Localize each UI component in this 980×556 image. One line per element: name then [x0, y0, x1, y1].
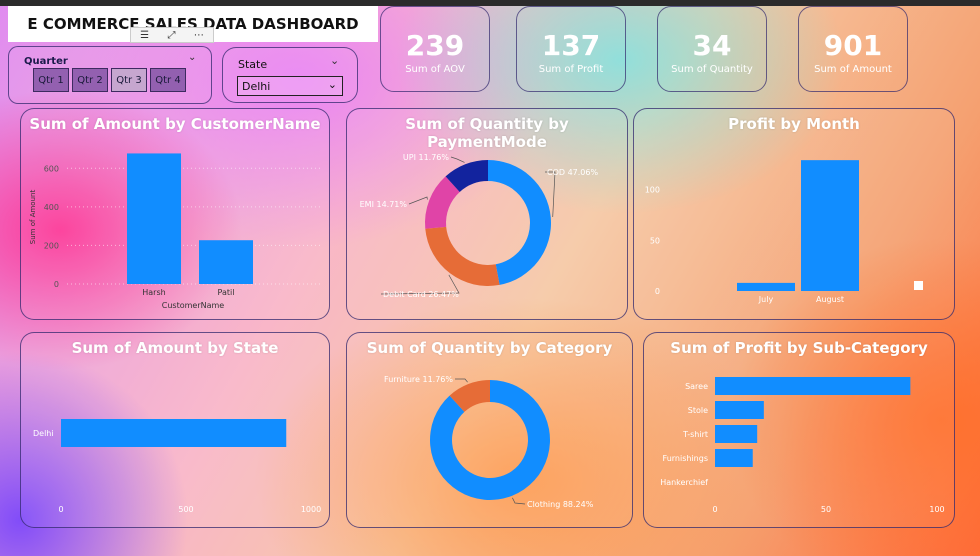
kpi-card-quantity: 34 Sum of Quantity: [657, 6, 767, 92]
chart-card-amount-by-state[interactable]: Sum of Amount by State Delhi 0 500 1000: [20, 332, 330, 528]
donut-slice: [425, 226, 500, 286]
bar: [737, 282, 795, 291]
x-tick-label: 50: [821, 505, 831, 514]
leader-line: [408, 196, 428, 205]
y-tick-label: 100: [645, 186, 660, 195]
y-tick-label: Stole: [688, 406, 708, 415]
scroll-handle: [914, 281, 923, 290]
y-tick-label: T-shirt: [682, 430, 708, 439]
y-tick-label: Furnishings: [663, 454, 708, 463]
kpi-label: Sum of AOV: [405, 64, 465, 75]
bar: [715, 449, 753, 467]
y-axis-label: Sum of Amount: [29, 190, 37, 245]
more-options-icon[interactable]: ⋯: [194, 30, 204, 41]
filter-icon[interactable]: ☰: [140, 30, 149, 41]
slice-label: Debit Card 26.47%: [383, 290, 459, 299]
chart-card-profit-by-subcategory[interactable]: Sum of Profit by Sub-Category Saree Stole…: [643, 332, 955, 528]
state-dropdown[interactable]: Delhi ⌄: [237, 76, 343, 96]
hbar-chart-svg: Delhi 0 500 1000: [33, 419, 321, 514]
chart-card-quantity-by-payment[interactable]: Sum of Quantity by PaymentMode COD 47.06…: [346, 108, 628, 320]
y-tick-label: 200: [44, 241, 59, 250]
chart-card-amount-by-customer[interactable]: Sum of Amount by CustomerName 0 200 400 600…: [20, 108, 330, 320]
kpi-label: Sum of Profit: [538, 64, 604, 75]
donut-chart-svg: COD 47.06% Debit Card 26.47% EMI 14.71% UPI…: [360, 153, 599, 299]
x-tick-label: 0: [58, 505, 63, 514]
state-dropdown-value: Delhi: [242, 80, 271, 93]
quarter-button-2[interactable]: Qtr 2: [72, 68, 108, 92]
bar-chart-svg: 0 200 400 600 Harsh Patil CustomerName Sum of A…: [29, 153, 321, 310]
chart-card-profit-by-month[interactable]: Profit by Month 0 50 100 July August: [633, 108, 955, 320]
y-tick-label: Hankerchief: [660, 478, 708, 487]
quarter-button-3[interactable]: Qtr 3: [111, 68, 147, 92]
y-tick-label: 400: [44, 203, 59, 212]
kpi-card-aov: 239 Sum of AOV: [380, 6, 490, 92]
leader-line: [450, 156, 465, 163]
kpi-value: 901: [823, 29, 883, 62]
y-tick-label: 600: [44, 164, 59, 173]
chevron-down-icon: ⌄: [327, 78, 337, 91]
kpi-label: Sum of Amount: [814, 64, 892, 75]
hbar-chart-svg: Saree Stole T-shirt Furnishings Hankerchief 0…: [660, 377, 945, 514]
x-tick-label: Patil: [218, 288, 235, 297]
x-tick-label: 500: [178, 505, 193, 514]
kpi-value: 239: [405, 29, 465, 62]
bar: [199, 240, 253, 284]
kpi-label: Sum of Quantity: [671, 64, 753, 75]
visual-toolbar[interactable]: ☰ ⤢ ⋯: [130, 27, 214, 43]
slice-label: UPI 11.76%: [403, 153, 449, 162]
x-tick-label: Harsh: [142, 288, 165, 297]
kpi-card-profit: 137 Sum of Profit: [516, 6, 626, 92]
y-tick-label: 0: [655, 287, 660, 296]
bar: [715, 401, 764, 419]
x-tick-label: August: [816, 295, 844, 304]
slice-label: COD 47.06%: [547, 168, 598, 177]
state-slicer-label: State: [238, 58, 268, 71]
y-tick-label: Saree: [685, 382, 708, 391]
chevron-down-icon: ⌄: [330, 54, 340, 67]
slice-label: Furniture 11.76%: [384, 375, 453, 384]
x-tick-label: 100: [929, 505, 944, 514]
leader-line: [512, 497, 526, 505]
y-tick-label: Delhi: [33, 429, 54, 438]
kpi-value: 34: [692, 29, 732, 62]
x-tick-label: 0: [712, 505, 717, 514]
donut-chart-svg: Clothing 88.24% Furniture 11.76%: [384, 375, 594, 509]
quarter-button-1[interactable]: Qtr 1: [33, 68, 69, 92]
focus-mode-icon[interactable]: ⤢: [167, 30, 175, 41]
donut-slice: [488, 160, 552, 285]
chevron-down-icon[interactable]: ⌄: [188, 52, 196, 63]
bar-chart-svg: 0 50 100 July August: [645, 160, 923, 304]
x-tick-label: July: [758, 295, 774, 304]
y-tick-label: 0: [54, 280, 59, 289]
x-axis-label: CustomerName: [162, 301, 225, 310]
kpi-card-amount: 901 Sum of Amount: [798, 6, 908, 92]
bar: [61, 419, 287, 447]
kpi-value: 137: [541, 29, 601, 62]
leader-line: [455, 378, 468, 383]
slice-label: Clothing 88.24%: [527, 500, 594, 509]
quarter-button-4[interactable]: Qtr 4: [150, 68, 186, 92]
y-tick-label: 50: [650, 236, 660, 245]
chart-card-quantity-by-category[interactable]: Sum of Quantity by Category Clothing 88.…: [346, 332, 633, 528]
bar: [715, 425, 758, 443]
bar: [801, 160, 859, 291]
slice-label: EMI 14.71%: [360, 200, 408, 209]
bar: [127, 153, 181, 284]
bar: [715, 377, 911, 395]
quarter-slicer-label: Quarter: [24, 56, 68, 67]
x-tick-label: 1000: [301, 505, 321, 514]
